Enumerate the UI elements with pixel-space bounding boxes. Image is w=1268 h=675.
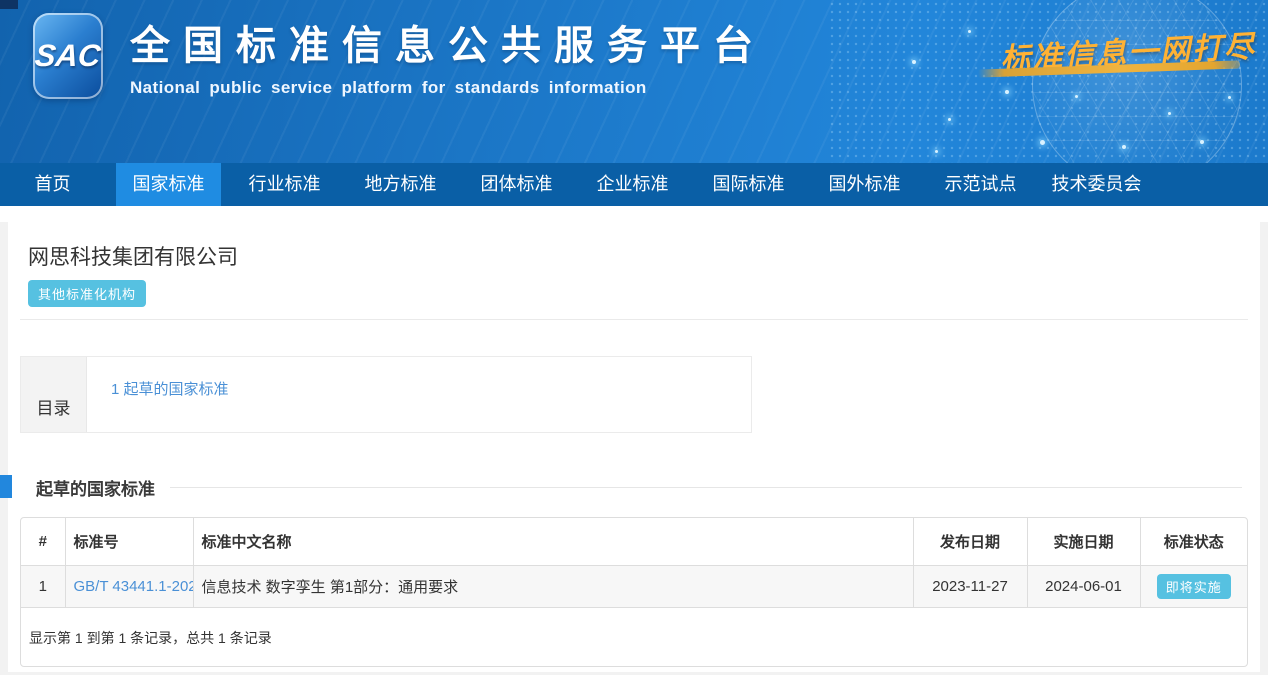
org-type-badge: 其他标准化机构 bbox=[28, 280, 146, 307]
nav-item-international-standards[interactable]: 国际标准 bbox=[696, 163, 801, 206]
section-divider-line bbox=[170, 487, 1242, 488]
status-badge: 即将实施 bbox=[1157, 574, 1231, 599]
sac-logo-text: SAC bbox=[33, 38, 102, 74]
toc-label: 目录 bbox=[21, 357, 86, 432]
nav-item-local-standards[interactable]: 地方标准 bbox=[348, 163, 453, 206]
implement-date: 2024-06-01 bbox=[1027, 566, 1140, 608]
platform-subtitle: National public service platform for sta… bbox=[130, 78, 766, 98]
section-header: 起草的国家标准 bbox=[8, 475, 1260, 499]
main-nav: 首页 国家标准 行业标准 地方标准 团体标准 企业标准 国际标准 国外标准 示范… bbox=[0, 163, 1268, 206]
site-banner: SAC 全国标准信息公共服务平台 National public service… bbox=[0, 0, 1268, 163]
nav-content-gap bbox=[0, 206, 1268, 222]
toc-link-drafted-standards[interactable]: 1 起草的国家标准 bbox=[111, 381, 229, 398]
nav-item-industry-standards[interactable]: 行业标准 bbox=[232, 163, 337, 206]
column-header-publish-date: 发布日期 bbox=[913, 518, 1027, 566]
content-panel: 网思科技集团有限公司 其他标准化机构 目录 1 起草的国家标准 起草的国家标准 bbox=[8, 222, 1260, 672]
nav-item-pilot-programs[interactable]: 示范试点 bbox=[928, 163, 1033, 206]
platform-title: 全国标准信息公共服务平台 bbox=[130, 24, 766, 68]
toc-body: 1 起草的国家标准 bbox=[86, 357, 751, 432]
banner-corner-decoration bbox=[0, 0, 18, 9]
org-name: 网思科技集团有限公司 bbox=[28, 241, 1240, 271]
nav-item-enterprise-standards[interactable]: 企业标准 bbox=[580, 163, 685, 206]
toc-box: 目录 1 起草的国家标准 bbox=[20, 356, 752, 433]
table-header-row: # 标准号 标准中文名称 发布日期 实施日期 标准状态 bbox=[21, 518, 1247, 566]
platform-titles: 全国标准信息公共服务平台 National public service pla… bbox=[130, 24, 766, 98]
standards-table: # 标准号 标准中文名称 发布日期 实施日期 标准状态 1 GB/T 43441… bbox=[21, 518, 1247, 608]
standard-code-link[interactable]: GB/T 43441.1-2023 bbox=[74, 578, 194, 595]
standard-name: 信息技术 数字孪生 第1部分：通用要求 bbox=[193, 566, 913, 608]
column-header-implement-date: 实施日期 bbox=[1027, 518, 1140, 566]
column-header-status: 标准状态 bbox=[1140, 518, 1247, 566]
sac-logo[interactable]: SAC bbox=[33, 13, 103, 99]
table-summary: 显示第 1 到第 1 条记录，总共 1 条记录 bbox=[21, 608, 1247, 666]
standards-table-container: # 标准号 标准中文名称 发布日期 实施日期 标准状态 1 GB/T 43441… bbox=[20, 517, 1248, 667]
row-index: 1 bbox=[21, 566, 65, 608]
section-marker bbox=[0, 475, 12, 498]
column-header-index: # bbox=[21, 518, 65, 566]
nav-item-home[interactable]: 首页 bbox=[0, 163, 105, 206]
column-header-standard-code: 标准号 bbox=[65, 518, 193, 566]
table-row: 1 GB/T 43441.1-2023 信息技术 数字孪生 第1部分：通用要求 … bbox=[21, 566, 1247, 608]
publish-date: 2023-11-27 bbox=[913, 566, 1027, 608]
org-header: 网思科技集团有限公司 其他标准化机构 bbox=[8, 222, 1260, 307]
column-header-standard-name: 标准中文名称 bbox=[193, 518, 913, 566]
page-background: 网思科技集团有限公司 其他标准化机构 目录 1 起草的国家标准 起草的国家标准 bbox=[0, 222, 1268, 675]
nav-item-foreign-standards[interactable]: 国外标准 bbox=[812, 163, 917, 206]
nav-item-group-standards[interactable]: 团体标准 bbox=[464, 163, 569, 206]
header-divider bbox=[20, 319, 1248, 320]
section-title: 起草的国家标准 bbox=[36, 475, 155, 500]
nav-item-technical-committees[interactable]: 技术委员会 bbox=[1044, 163, 1149, 206]
nav-item-national-standards[interactable]: 国家标准 bbox=[116, 163, 221, 206]
